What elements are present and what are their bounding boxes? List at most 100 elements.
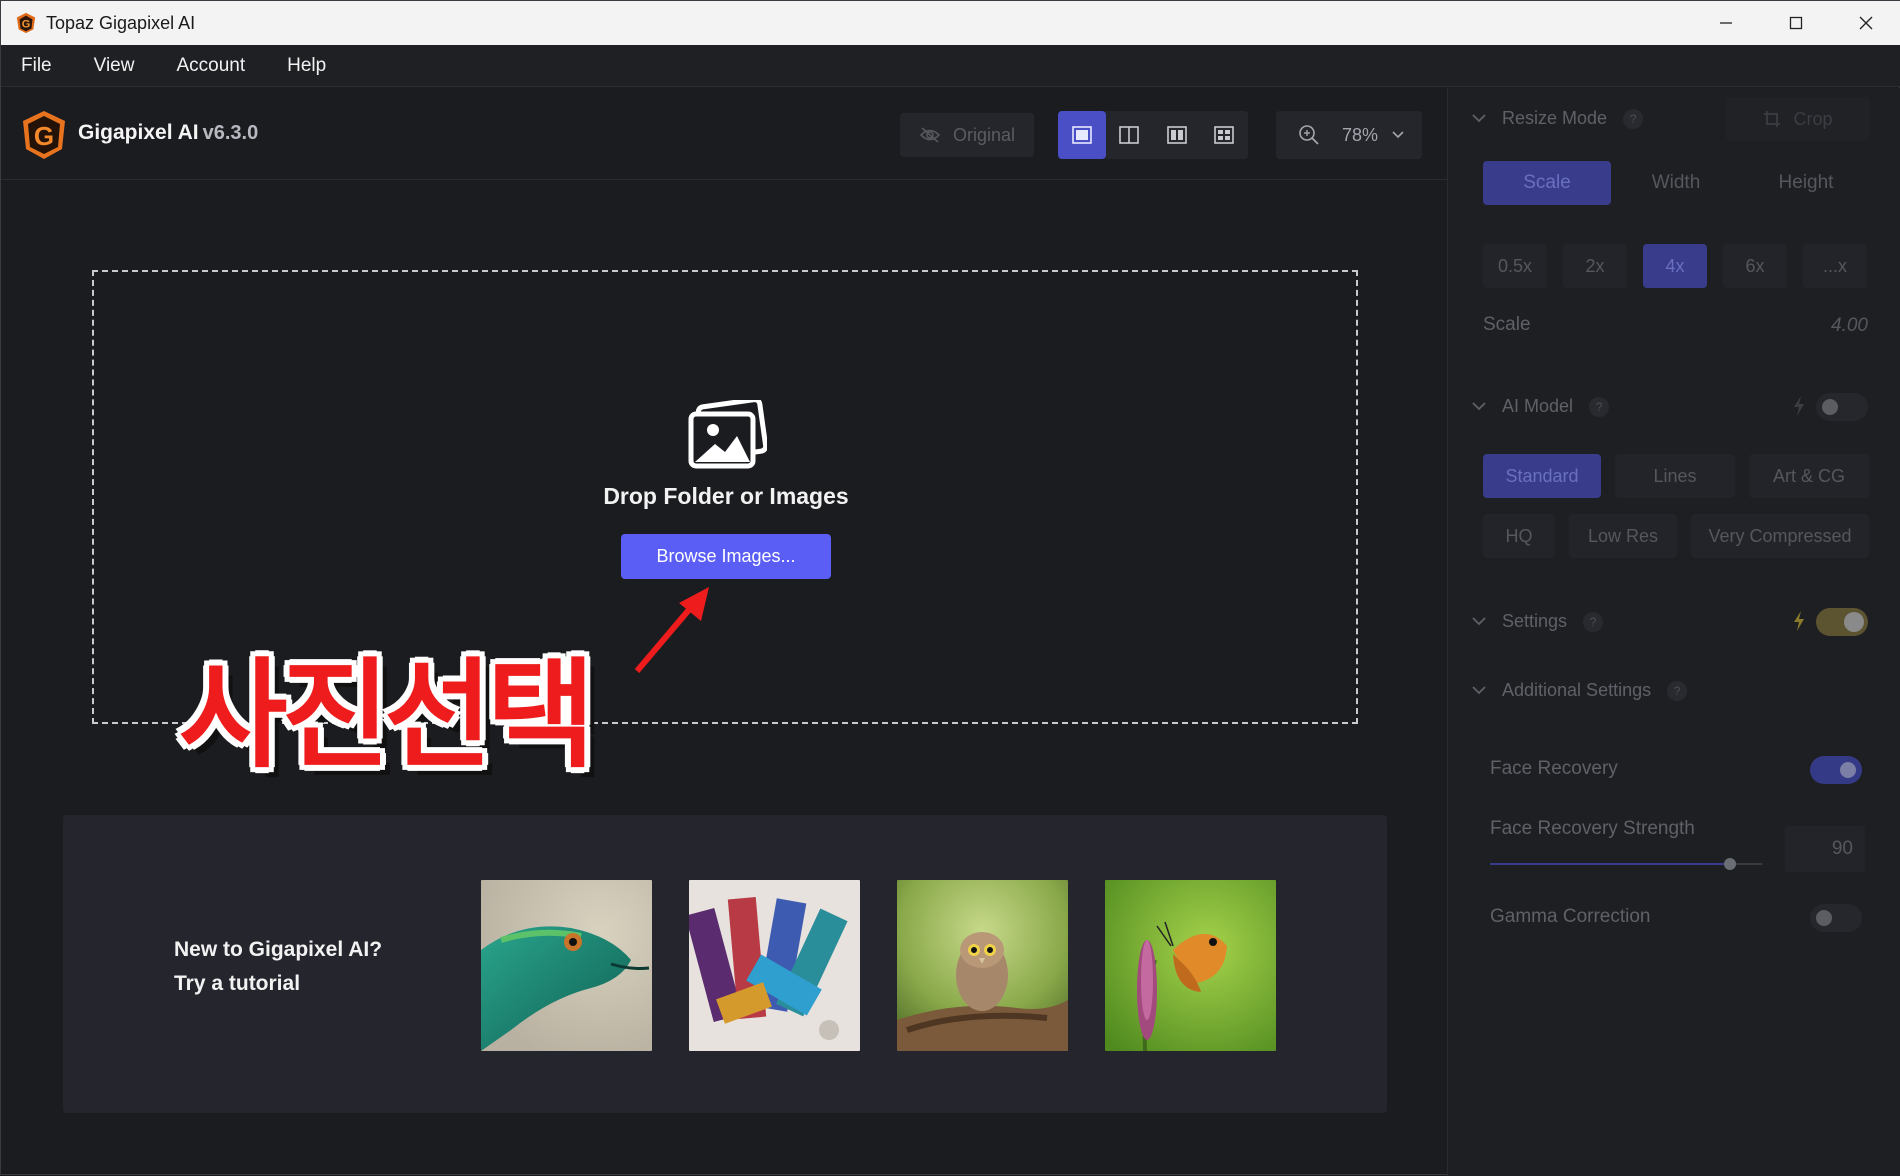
model-lines-button[interactable]: Lines [1615, 454, 1735, 498]
side-by-side-icon [1166, 126, 1187, 144]
minimize-icon [1720, 22, 1732, 24]
gigapixel-logo-icon: G [23, 111, 65, 159]
tutorial-heading: New to Gigapixel AI? Try a tutorial [174, 933, 382, 1001]
annotation-arrow-icon [634, 587, 709, 673]
scale-custom-button[interactable]: ...x [1803, 244, 1867, 288]
crop-icon [1764, 111, 1781, 127]
tutorial-thumbnail-owl[interactable] [897, 880, 1068, 1051]
maximize-button[interactable] [1761, 1, 1831, 45]
grid-view-icon [1214, 126, 1235, 144]
ai-model-header[interactable]: AI Model ? [1472, 396, 1610, 417]
tutorial-panel: New to Gigapixel AI? Try a tutorial [63, 815, 1387, 1113]
chevron-down-icon [1472, 686, 1486, 695]
menu-file[interactable]: File [21, 55, 52, 77]
ai-model-auto-toggle[interactable] [1816, 393, 1868, 421]
drop-instruction: Drop Folder or Images [603, 483, 849, 509]
ai-model-help-icon[interactable]: ? [1589, 396, 1610, 417]
additional-settings-header[interactable]: Additional Settings ? [1472, 680, 1688, 701]
scale-label: Scale [1483, 314, 1531, 335]
tutorial-thumbnail-butterfly[interactable] [1105, 880, 1276, 1051]
gamma-correction-label: Gamma Correction [1490, 906, 1651, 927]
face-recovery-strength-input[interactable]: 90 [1785, 826, 1865, 872]
face-recovery-strength-label: Face Recovery Strength [1490, 818, 1695, 839]
view-mode-group [1058, 111, 1248, 159]
settings-help-icon[interactable]: ? [1583, 611, 1604, 632]
resize-mode-title: Resize Mode [1502, 108, 1608, 128]
lightning-icon [1794, 396, 1804, 416]
settings-auto-toggle[interactable] [1816, 608, 1868, 636]
chevron-down-icon [1392, 131, 1404, 139]
eye-off-icon [919, 127, 941, 143]
app-version: v6.3.0 [202, 122, 259, 144]
svg-text:G: G [34, 121, 54, 151]
annotation-label: 사진선택 [179, 646, 595, 784]
resize-mode-header[interactable]: Resize Mode ? [1472, 108, 1644, 129]
lizard-image [481, 880, 652, 1051]
app-logo-icon: G [16, 12, 36, 34]
scale-6x-button[interactable]: 6x [1723, 244, 1787, 288]
close-button[interactable] [1831, 1, 1900, 45]
scale-2x-button[interactable]: 2x [1563, 244, 1627, 288]
svg-text:G: G [22, 19, 31, 31]
original-toggle-button[interactable]: Original [900, 113, 1034, 157]
view-side-by-side-button[interactable] [1153, 111, 1201, 159]
scale-4x-button[interactable]: 4x [1643, 244, 1707, 288]
view-single-button[interactable] [1058, 111, 1106, 159]
model-hq-button[interactable]: HQ [1483, 514, 1555, 558]
title-bar: G Topaz Gigapixel AI [1, 1, 1900, 45]
app-name: Gigapixel AI v6.3.0 [78, 121, 258, 145]
resize-mode-help-icon[interactable]: ? [1623, 108, 1644, 129]
zoom-in-icon [1299, 125, 1319, 145]
model-very-compressed-button[interactable]: Very Compressed [1691, 514, 1869, 558]
browse-images-button[interactable]: Browse Images... [621, 534, 831, 579]
crop-label: Crop [1793, 108, 1833, 129]
menu-account[interactable]: Account [176, 55, 245, 77]
maximize-icon [1789, 16, 1803, 30]
tutorial-thumbnail-brushes[interactable] [689, 880, 860, 1051]
split-view-icon [1119, 126, 1140, 144]
owl-image [897, 880, 1068, 1051]
crop-button[interactable]: Crop [1726, 97, 1870, 141]
gamma-correction-toggle[interactable] [1810, 904, 1862, 932]
chevron-down-icon [1472, 402, 1486, 411]
tab-scale[interactable]: Scale [1483, 161, 1611, 205]
settings-title: Settings [1502, 611, 1568, 631]
model-art-cg-button[interactable]: Art & CG [1749, 454, 1869, 498]
minimize-button[interactable] [1691, 1, 1761, 45]
settings-header[interactable]: Settings ? [1472, 611, 1604, 632]
settings-panel: Resize Mode ? Crop Scale Width Height 0.… [1447, 88, 1900, 1176]
tab-width[interactable]: Width [1611, 161, 1741, 205]
face-recovery-strength-slider[interactable] [1490, 858, 1762, 870]
tab-height[interactable]: Height [1741, 161, 1871, 205]
view-split-button[interactable] [1106, 111, 1154, 159]
model-low-res-button[interactable]: Low Res [1569, 514, 1677, 558]
app-header: G Gigapixel AI v6.3.0 Original 78% [1, 88, 1447, 180]
original-label: Original [952, 124, 1016, 145]
menu-bar: File View Account Help [1, 45, 1900, 87]
single-view-icon [1071, 126, 1092, 144]
app-name-text: Gigapixel AI [78, 121, 199, 144]
tutorial-line-2: Try a tutorial [174, 972, 301, 995]
menu-help[interactable]: Help [287, 55, 326, 77]
additional-settings-help-icon[interactable]: ? [1667, 680, 1688, 701]
scale-0-5x-button[interactable]: 0.5x [1483, 244, 1547, 288]
model-standard-button[interactable]: Standard [1483, 454, 1601, 498]
zoom-control[interactable]: 78% [1276, 111, 1422, 159]
face-recovery-label: Face Recovery [1490, 758, 1618, 779]
scale-value[interactable]: 4.00 [1788, 315, 1868, 337]
menu-view[interactable]: View [94, 55, 135, 77]
chevron-down-icon [1472, 617, 1486, 626]
window-title: Topaz Gigapixel AI [46, 12, 196, 33]
app-window: G Topaz Gigapixel AI File View Account H… [0, 0, 1900, 1176]
view-grid-button[interactable] [1201, 111, 1249, 159]
images-icon [688, 400, 767, 469]
lightning-icon [1794, 611, 1804, 631]
face-recovery-toggle[interactable] [1810, 756, 1862, 784]
tutorial-thumbnail-lizard[interactable] [481, 880, 652, 1051]
additional-settings-title: Additional Settings [1502, 680, 1652, 700]
close-icon [1859, 16, 1873, 30]
chevron-down-icon [1472, 114, 1486, 123]
slider-handle[interactable] [1724, 858, 1736, 870]
ai-model-title: AI Model [1502, 396, 1574, 416]
butterfly-image [1105, 880, 1276, 1051]
